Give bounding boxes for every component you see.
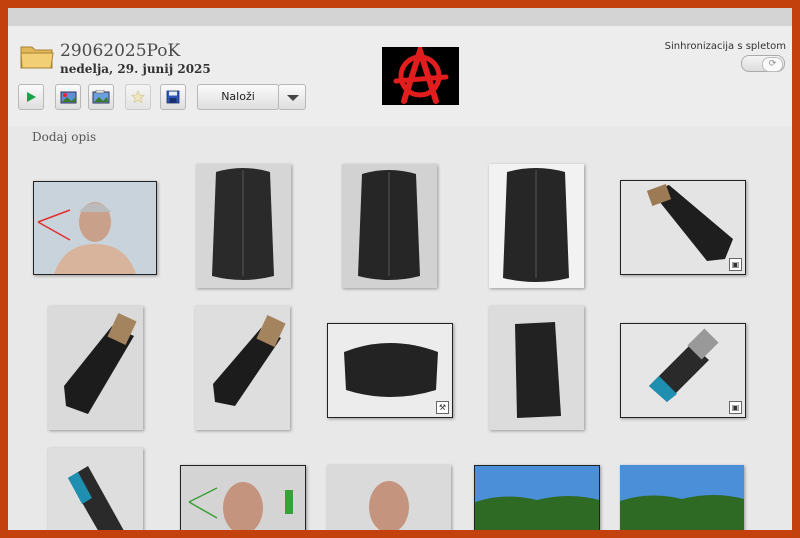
save-icon — [166, 90, 180, 104]
edit-photos-button[interactable] — [88, 84, 114, 110]
edit-photo-icon — [92, 90, 110, 104]
photo-thumbnail[interactable] — [33, 181, 157, 275]
photo-thumbnail[interactable] — [474, 465, 600, 530]
save-button[interactable] — [160, 84, 186, 110]
folder-icon — [20, 46, 54, 69]
add-photos-button[interactable] — [55, 84, 81, 110]
play-slideshow-button[interactable] — [18, 84, 44, 110]
top-strip — [8, 8, 792, 26]
photo-grid-area: Dodaj opis ▣ ⚒ ▣ — [8, 126, 792, 530]
photo-thumbnail[interactable] — [48, 448, 143, 530]
black-pouch-photo — [196, 164, 291, 288]
upload-dropdown-button[interactable] — [278, 84, 306, 110]
upload-button[interactable]: Naloži — [197, 84, 279, 110]
blue-shaver-photo — [48, 448, 143, 530]
photo-thumbnail[interactable] — [48, 306, 143, 430]
photo-thumbnail[interactable] — [196, 164, 291, 288]
star-icon — [131, 90, 145, 104]
photo-thumbnail[interactable]: ▣ — [620, 180, 746, 275]
add-photo-icon — [60, 91, 77, 104]
photo-thumbnail[interactable] — [327, 465, 451, 530]
sync-label: Sinhronizacija s spletom — [664, 41, 786, 52]
photo-thumbnail[interactable] — [489, 164, 584, 288]
photo-thumbnail[interactable] — [180, 465, 306, 530]
refresh-icon: ⟳ — [762, 57, 783, 72]
black-pouch-photo — [489, 306, 584, 430]
black-pouch-photo — [328, 324, 452, 417]
shaver-photo — [195, 306, 290, 430]
photo-album-window: 29062025PoK nedelja, 29. junij 2025 Sinh… — [8, 8, 792, 530]
photo-thumbnail[interactable]: ⚒ — [327, 323, 453, 418]
photo-thumbnail[interactable] — [620, 465, 744, 530]
black-pouch-photo — [489, 164, 584, 288]
description-field[interactable]: Dodaj opis — [32, 130, 96, 144]
forest-photo — [475, 466, 599, 530]
image-type-icon: ▣ — [729, 258, 742, 271]
tools-icon: ⚒ — [436, 401, 449, 414]
favorite-button[interactable] — [125, 84, 151, 110]
portrait-photo — [327, 465, 451, 530]
black-pouch-photo — [342, 164, 437, 288]
portrait-photo — [34, 182, 156, 274]
portrait-photo — [181, 466, 305, 530]
anarchy-logo — [382, 41, 459, 105]
play-icon — [27, 92, 36, 102]
photo-thumbnail[interactable] — [195, 306, 290, 430]
album-header: 29062025PoK nedelja, 29. junij 2025 Sinh… — [8, 26, 792, 126]
photo-thumbnail[interactable] — [489, 306, 584, 430]
forest-photo — [620, 465, 744, 530]
shaver-photo — [621, 181, 745, 274]
album-title[interactable]: 29062025PoK — [60, 41, 180, 61]
outer-frame: 29062025PoK nedelja, 29. junij 2025 Sinh… — [0, 0, 800, 538]
sync-toggle[interactable]: ⟳ — [741, 55, 785, 72]
image-type-icon: ▣ — [729, 401, 742, 414]
photo-thumbnail[interactable]: ▣ — [620, 323, 746, 418]
photo-thumbnail[interactable] — [342, 164, 437, 288]
album-date: nedelja, 29. junij 2025 — [60, 62, 211, 76]
shaver-photo — [48, 306, 143, 430]
blue-shaver-photo — [621, 324, 745, 417]
